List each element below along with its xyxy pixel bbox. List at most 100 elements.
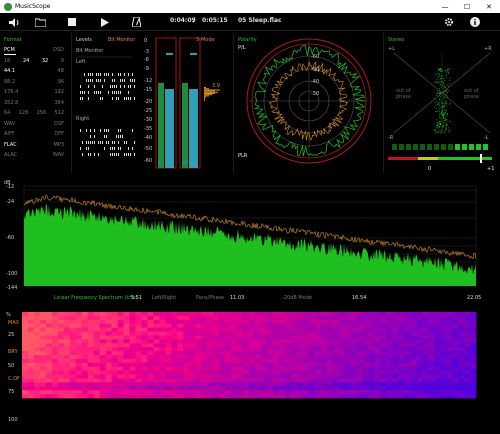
spectrogram-cell [398,370,405,375]
spectrogram-cell [344,355,351,360]
spectrogram-cell [296,386,304,391]
stereo-point [437,132,439,134]
spectrogram-cell [28,351,35,356]
spectrogram-cell [189,370,196,375]
format-option: 16 [4,57,11,64]
stereo-point [439,90,440,92]
spectrogram-cell [362,370,369,375]
pans-phase-mode[interactable]: Pans/Phase [196,295,224,301]
spectrogram-cell [356,374,363,379]
spectrogram-cell [416,331,423,336]
spectrogram-cell [63,374,71,379]
spectrogram-cell [386,323,393,328]
stereo-point [448,120,450,122]
spectrogram-cell [165,315,172,321]
spectrogram-cell [302,347,310,352]
spectrogram-cell [45,374,53,379]
spectrogram-cell [207,355,214,360]
spectrogram-cell [464,315,471,321]
spectrogram-cell [22,378,29,383]
left-right-mode[interactable]: Left/Right [152,295,176,301]
spectrogram-cell [470,366,477,371]
maximize-button[interactable]: ☐ [456,0,478,13]
bit-cell [92,141,93,144]
spectrogram-cell [177,339,184,344]
spectrogram-cell [159,366,166,371]
spectrogram-cell [290,315,298,321]
spectrogram-cell [195,394,202,399]
spectrogram-cell [135,358,142,364]
minus-20db-mode[interactable]: -20dB Mode [282,295,312,301]
spectrogram-cell [63,319,71,325]
spectrogram-cell [422,394,429,399]
spectrogram-cell [207,378,214,383]
spectrogram-cell [195,358,202,364]
stereo-point [442,108,444,109]
spectrogram-cell [171,370,178,375]
stereo-point [443,122,444,123]
spectrogram-cell [296,370,304,375]
spectrogram-cell [63,315,71,321]
spectrogram-cell [45,390,53,395]
minimize-button[interactable]: — [434,0,456,13]
spectrogram-cell [171,355,178,360]
stereo-point [449,83,451,85]
open-folder-icon[interactable] [34,16,46,28]
spectrogram-cell [69,358,77,364]
spectrogram-cell [159,343,166,348]
spectrogram-cell [135,335,142,340]
spectrogram-cell [266,343,274,348]
spectrogram-cell [362,390,369,395]
spectrogram-cell [344,390,351,395]
spectrum-x-tick: 16.54 [352,295,367,301]
spectrogram-cell [452,339,459,344]
spectrogram-cell [57,394,65,399]
spectrogram-cell [237,362,244,368]
settings-gear-icon[interactable] [443,16,455,28]
spectrogram-cell [225,374,232,379]
close-button[interactable]: ✕ [478,0,500,13]
spectrogram-cell [171,315,178,321]
spectrogram-cell [171,339,178,344]
spectrogram-cell [153,327,160,332]
spectrogram-cell [207,370,214,375]
spectrogram-cell [177,327,184,332]
spectrogram-cell [81,382,89,387]
spectrogram-cell [356,331,363,336]
spectrogram-cell [464,335,471,340]
spectrogram-cell [368,351,375,356]
bit-cell [134,153,135,156]
spectrogram-cell [386,386,393,391]
stereo-point [443,83,445,84]
spectrogram-cell [183,319,190,325]
spectrogram-cell [81,331,89,336]
spectrogram-cell [314,335,322,340]
stereo-point [446,70,448,71]
spectrogram-cell [231,374,238,379]
stop-icon[interactable] [66,16,78,28]
spectrogram-cell [249,358,256,364]
spectrogram-cell [398,339,405,344]
volume-icon[interactable] [8,16,20,28]
info-icon[interactable] [469,16,481,28]
spectrogram-cell [350,339,357,344]
stereo-point [447,113,448,115]
correlation-bar-yellow [418,157,438,160]
bit-cell [116,135,117,138]
play-icon[interactable] [99,16,111,28]
stereo-point [441,78,442,80]
spectrogram-cell [398,394,405,399]
spectrogram-cell [392,378,399,383]
spectrogram-cell [290,327,298,332]
spectrogram-cell [266,335,274,340]
spectrogram-cell [93,382,101,387]
time-total: 0:05:15 [202,17,228,24]
spectrogram-cell [243,343,250,348]
spectrogram-cell [338,394,345,399]
spectrogram-cell [183,323,190,328]
stereo-point [446,125,447,127]
metronome-icon[interactable] [130,16,142,28]
spectrogram-cell [410,319,417,325]
spectrogram-cell [446,386,453,391]
spectrogram-cell [51,343,59,348]
